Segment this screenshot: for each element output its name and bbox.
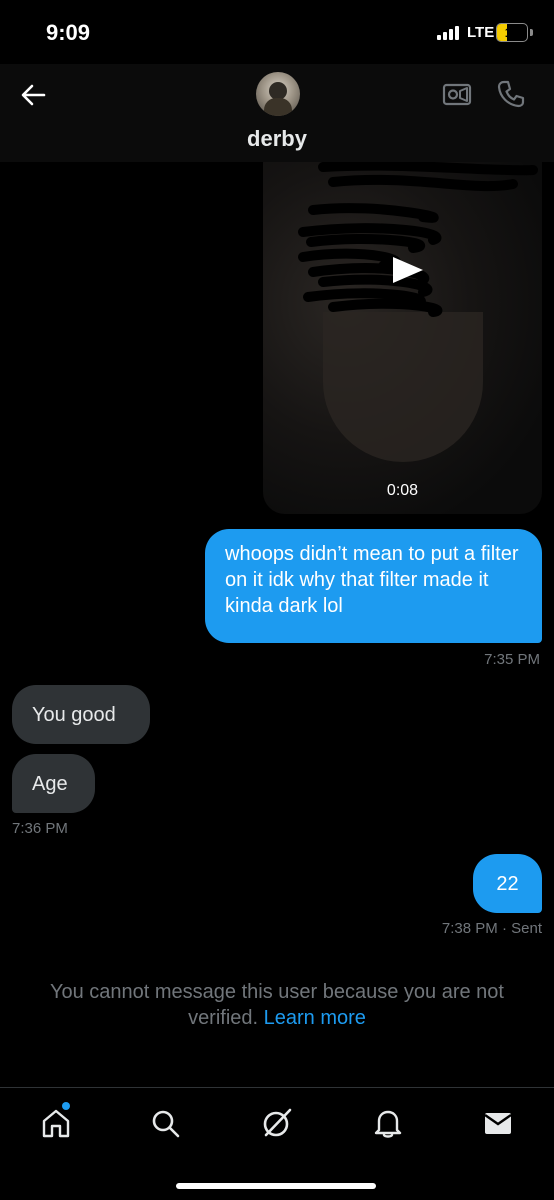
video-duration: 0:08	[386, 482, 419, 499]
contact-avatar[interactable]	[256, 72, 300, 116]
message-text: 22	[496, 872, 519, 895]
video-camera-icon	[442, 83, 472, 106]
message-text: You good	[32, 703, 116, 726]
tab-notifications[interactable]	[371, 1106, 405, 1140]
home-indicator	[176, 1183, 376, 1189]
verification-notice: You cannot message this user because you…	[20, 979, 534, 1031]
redaction-scribble	[298, 162, 538, 317]
status-bar: 9:09 LTE 12	[0, 0, 554, 64]
contact-name[interactable]: derby	[0, 126, 554, 152]
video-message[interactable]: 0:08	[263, 162, 542, 514]
message-timestamp: 7:35 PM	[484, 651, 540, 668]
bell-icon	[374, 1110, 402, 1138]
sent-message-bubble[interactable]: 22	[473, 854, 542, 913]
network-label: LTE	[467, 24, 495, 41]
conversation-header: derby	[0, 64, 554, 162]
status-time: 9:09	[46, 20, 91, 45]
sent-message-bubble[interactable]: whoops didn’t mean to put a filter on it…	[205, 529, 542, 643]
message-text: Age	[32, 772, 68, 795]
grok-icon	[263, 1108, 292, 1137]
learn-more-link[interactable]: Learn more	[264, 1007, 366, 1029]
tab-grok[interactable]	[260, 1106, 294, 1140]
mail-icon	[484, 1113, 512, 1134]
message-timestamp: 7:36 PM	[12, 820, 68, 837]
sent-status: · Sent	[501, 920, 542, 937]
battery-icon: 12	[496, 23, 528, 42]
home-icon	[42, 1109, 70, 1138]
back-button[interactable]	[18, 80, 48, 110]
message-timestamp: 7:38 PM	[441, 920, 498, 937]
signal-icon	[437, 26, 463, 40]
phone-icon	[497, 80, 525, 108]
video-call-button[interactable]	[442, 80, 472, 108]
tab-messages[interactable]	[481, 1106, 515, 1140]
battery-tip	[530, 29, 533, 36]
received-message-bubble[interactable]: You good	[12, 685, 150, 744]
message-text: whoops didn’t mean to put a filter on it…	[225, 543, 519, 617]
tab-search[interactable]	[148, 1106, 182, 1140]
phone-call-button[interactable]	[496, 79, 526, 109]
message-status: 7:38 PM · Sent	[442, 920, 542, 937]
arrow-left-icon	[21, 84, 46, 106]
home-notification-dot	[62, 1102, 70, 1110]
avatar-body	[264, 98, 292, 116]
received-message-bubble[interactable]: Age	[12, 754, 95, 813]
battery-percent: 12	[504, 25, 520, 40]
dm-conversation-screen: 9:09 LTE 12 derby 0:08 whoops didn’t mea…	[0, 0, 554, 1200]
search-icon	[152, 1110, 180, 1138]
tab-home[interactable]	[39, 1106, 73, 1140]
